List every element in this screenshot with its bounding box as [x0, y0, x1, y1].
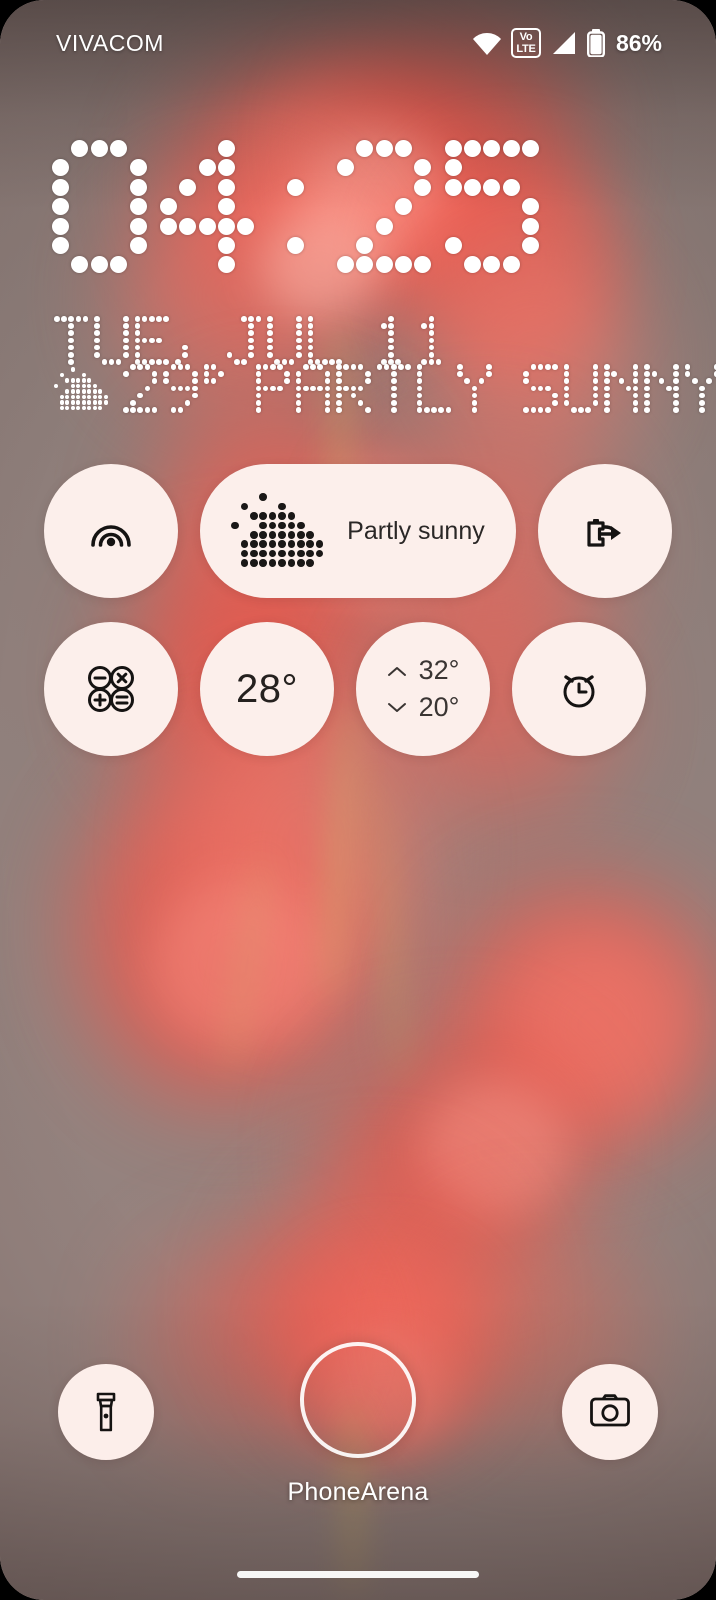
low-temperature-label: 20°: [418, 692, 460, 722]
high-temperature-label: 32°: [418, 655, 460, 685]
camera-icon: [589, 1394, 631, 1430]
alarm-button[interactable]: [512, 622, 646, 756]
calculator-button[interactable]: [44, 622, 178, 756]
lockscreen-weather-summary[interactable]: [54, 364, 716, 414]
current-temperature-widget[interactable]: 28°: [200, 622, 334, 756]
lock-screen: VIVACOM Vo LTE 86% Partly sunny 28° 32° …: [0, 0, 716, 1600]
chevron-up-icon: [387, 665, 407, 677]
battery-share-icon: [583, 509, 627, 553]
alarm-clock-icon: [555, 665, 603, 713]
widget-row-1: Partly sunny: [44, 464, 672, 598]
partly-sunny-dot-icon: [231, 493, 325, 568]
wifi-icon: [472, 30, 502, 56]
flashlight-button[interactable]: [58, 1364, 154, 1460]
volte-icon: Vo LTE: [510, 28, 541, 58]
widget-area: Partly sunny 28° 32° 20°: [0, 464, 716, 756]
weather-condition-label: Partly sunny: [347, 516, 485, 545]
weather-condition-widget[interactable]: Partly sunny: [200, 464, 516, 598]
weather-summary-text: [123, 364, 716, 414]
partly-sunny-dot-icon: [54, 367, 109, 411]
cast-button[interactable]: [44, 464, 178, 598]
fingerprint-sensor-ring[interactable]: [300, 1342, 416, 1458]
cast-icon: [88, 511, 134, 551]
chevron-down-icon: [387, 702, 407, 714]
clock-widget[interactable]: [52, 140, 542, 276]
signal-bars-icon: [550, 30, 578, 56]
volte-line2: LTE: [516, 42, 536, 55]
battery-percent-label: 86%: [615, 29, 662, 56]
battery-share-button[interactable]: [538, 464, 672, 598]
flashlight-icon: [89, 1391, 123, 1433]
battery-icon: [586, 29, 605, 57]
widget-row-2: 28° 32° 20°: [44, 622, 672, 756]
calculator-icon: [85, 663, 137, 715]
date-label[interactable]: [54, 316, 450, 366]
home-indicator[interactable]: [237, 1571, 479, 1578]
bottom-bar: PhoneArena: [0, 1340, 716, 1600]
watermark-label: PhoneArena: [287, 1478, 429, 1506]
status-bar: VIVACOM Vo LTE 86%: [0, 22, 716, 64]
high-low-temperature-widget[interactable]: 32° 20°: [356, 622, 490, 756]
camera-button[interactable]: [562, 1364, 658, 1460]
carrier-label: VIVACOM: [56, 29, 164, 56]
clock-time: [52, 140, 542, 276]
current-temperature-label: 28°: [236, 666, 298, 711]
volte-line1: Vo: [519, 30, 533, 43]
